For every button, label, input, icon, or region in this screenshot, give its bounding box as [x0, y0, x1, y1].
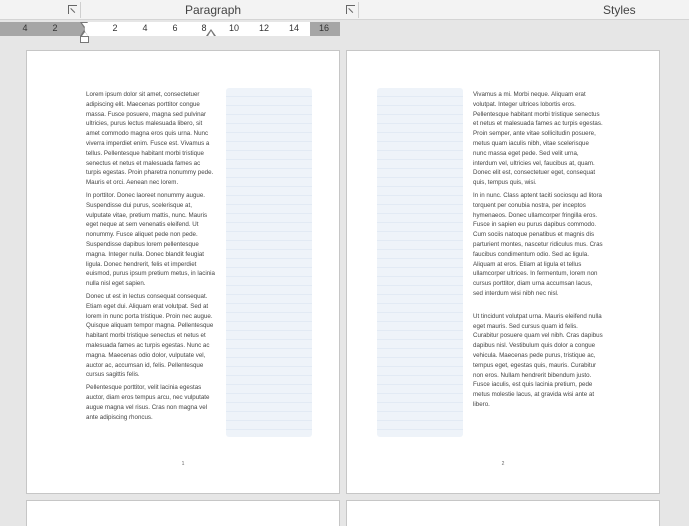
body-paragraph[interactable]: Ut tincidunt volutpat urna. Mauris eleif… — [473, 312, 604, 410]
styles-group-label: Styles — [603, 3, 636, 17]
page-number: 1 — [181, 461, 185, 467]
sidebar-text-box[interactable] — [377, 88, 463, 437]
group-separator — [80, 2, 81, 18]
document-page-4[interactable] — [346, 500, 660, 526]
group-separator — [358, 2, 359, 18]
paragraph-group-label: Paragraph — [185, 3, 242, 17]
ruler-tick-label: 16 — [318, 23, 329, 33]
document-page-3[interactable] — [26, 500, 340, 526]
ruler-tick-label: 10 — [228, 23, 239, 33]
horizontal-ruler[interactable]: 4 2 2 4 6 8 10 12 14 16 — [0, 22, 340, 36]
ribbon-group-labels: Paragraph Styles — [0, 0, 689, 20]
left-indent-handle[interactable] — [80, 36, 89, 43]
body-paragraph[interactable]: In in nunc. Class aptent taciti sociosqu… — [473, 191, 604, 299]
body-paragraph[interactable]: Lorem ipsum dolor sit amet, consectetuer… — [86, 90, 217, 188]
sidebar-text-box[interactable] — [226, 88, 312, 437]
ruler-tick-label: 6 — [172, 23, 178, 33]
paragraph-dialog-launcher-icon[interactable] — [346, 5, 355, 14]
document-page-2[interactable]: Vivamus a mi. Morbi neque. Aliquam erat … — [346, 50, 660, 494]
ruler-tick-label: 4 — [142, 23, 148, 33]
font-dialog-launcher-icon[interactable] — [68, 5, 77, 14]
body-text-column[interactable]: Lorem ipsum dolor sit amet, consectetuer… — [86, 90, 217, 425]
ruler-tick-label: 2 — [52, 23, 58, 33]
body-paragraph[interactable]: Donec ut est in lectus consequat consequ… — [86, 292, 217, 380]
first-line-indent-handle[interactable] — [80, 22, 89, 36]
right-indent-handle-inner — [207, 30, 214, 36]
body-text-column[interactable]: Vivamus a mi. Morbi neque. Aliquam erat … — [473, 90, 604, 413]
body-paragraph[interactable]: Pellentesque porttitor, velit lacinia eg… — [86, 383, 217, 422]
ruler-tick-label: 4 — [22, 23, 28, 33]
page-number: 2 — [501, 461, 505, 467]
ruler-left-margin — [0, 22, 85, 36]
ruler-tick-label: 14 — [288, 23, 299, 33]
ruler-tick-label: 12 — [258, 23, 269, 33]
body-paragraph[interactable]: Vivamus a mi. Morbi neque. Aliquam erat … — [473, 90, 604, 188]
ruler-tick-label: 2 — [112, 23, 118, 33]
document-page-1[interactable]: Lorem ipsum dolor sit amet, consectetuer… — [26, 50, 340, 494]
body-paragraph[interactable]: In porttitor. Donec laoreet nonummy augu… — [86, 191, 217, 289]
